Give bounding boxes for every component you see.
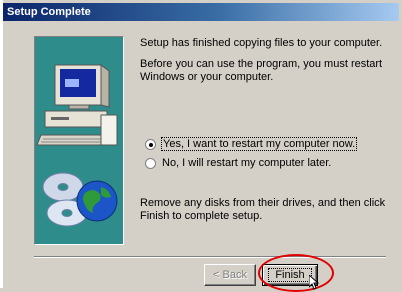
window-left-edge xyxy=(0,0,3,288)
restart-later-radio[interactable] xyxy=(145,157,156,169)
button-separator xyxy=(34,256,386,258)
setup-complete-dialog: Setup Complete Setup has finished copyin… xyxy=(0,0,402,292)
computer-and-cd-icon xyxy=(36,64,118,227)
back-button-label: < Back xyxy=(213,269,247,281)
title-bar[interactable]: Setup Complete xyxy=(3,3,399,21)
restart-later-option[interactable]: No, I will restart my computer later. xyxy=(145,156,331,170)
restart-required-message: Before you can use the program, you must… xyxy=(140,58,383,83)
setup-illustration xyxy=(34,36,124,245)
restart-now-option[interactable]: Yes, I want to restart my computer now. xyxy=(145,137,358,151)
window-title: Setup Complete xyxy=(7,6,91,18)
back-button[interactable]: < Back xyxy=(204,264,256,286)
finish-button-label: Finish xyxy=(268,268,312,282)
setup-finished-message: Setup has finished copying files to your… xyxy=(140,37,383,49)
restart-later-label: No, I will restart my computer later. xyxy=(162,157,332,169)
restart-now-label: Yes, I want to restart my computer now. xyxy=(160,137,358,151)
remove-disks-message: Remove any disks from their drives, and … xyxy=(140,197,386,222)
restart-now-radio[interactable] xyxy=(145,138,156,150)
mouse-pointer-icon xyxy=(309,275,320,290)
